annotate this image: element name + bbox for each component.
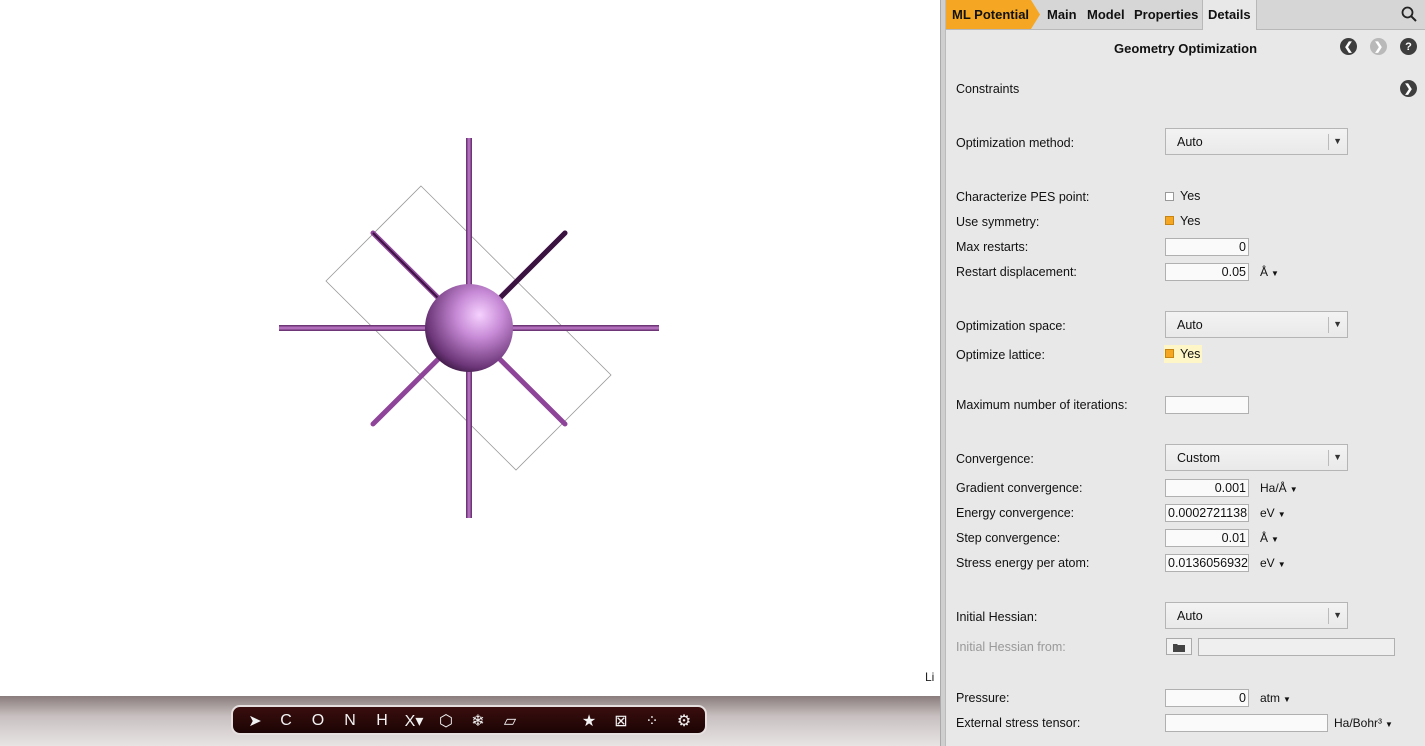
optimization-method-select[interactable]: Auto ▼ [1165,128,1348,155]
ring-icon[interactable]: ⬡ [434,711,458,731]
molecule-canvas[interactable] [0,0,940,696]
freeze-icon[interactable]: ❄ [466,711,490,731]
stress-energy-unit[interactable]: eV ▼ [1260,556,1286,570]
use-symmetry-label: Use symmetry: [956,215,1040,229]
optimization-space-select[interactable]: Auto ▼ [1165,311,1348,338]
optimize-lattice-option[interactable]: Yes [1180,347,1200,361]
bond-highlight [372,232,439,299]
tab-details[interactable]: Details [1202,0,1257,30]
characterize-pes-label: Characterize PES point: [956,190,1090,204]
pressure-unit[interactable]: atm ▼ [1260,691,1291,705]
external-stress-unit[interactable]: Ha/Bohr³ ▼ [1334,716,1393,730]
stress-energy-field[interactable]: 0.0136056932 [1165,554,1249,572]
folder-icon[interactable] [1166,638,1192,655]
back-button[interactable]: ❮ [1340,38,1357,55]
step-convergence-field[interactable]: 0.01 [1165,529,1249,547]
search-icon[interactable] [1401,6,1417,22]
gradient-convergence-unit[interactable]: Ha/Å ▼ [1260,481,1298,495]
chevron-down-icon: ▼ [1333,452,1342,462]
energy-convergence-label: Energy convergence: [956,506,1075,520]
tab-model[interactable]: Model [1087,0,1125,29]
hydrogen-icon[interactable]: H [370,711,394,731]
restart-displacement-unit[interactable]: Å ▼ [1260,265,1279,279]
favorite-icon[interactable]: ★ [577,711,601,731]
molecule-icon[interactable]: ⁘ [640,711,664,731]
tab-properties[interactable]: Properties [1134,0,1198,29]
step-convergence-label: Step convergence: [956,531,1061,545]
oxygen-icon[interactable]: O [306,711,330,731]
element-picker-icon[interactable]: X▾ [402,711,426,731]
chevron-down-icon: ▼ [1333,610,1342,620]
gradient-convergence-field[interactable]: 0.001 [1165,479,1249,497]
use-symmetry-checkbox[interactable] [1165,216,1174,225]
stress-energy-label: Stress energy per atom: [956,556,1090,570]
tab-bar: ML Potential Main Model Properties Detai… [946,0,1425,30]
initial-hessian-label: Initial Hessian: [956,610,1038,624]
tab-ml-potential-label[interactable]: ML Potential [952,0,1029,29]
external-stress-label: External stress tensor: [956,716,1081,730]
use-symmetry-option[interactable]: Yes [1180,214,1200,228]
energy-convergence-field[interactable]: 0.0002721138 [1165,504,1249,522]
help-button[interactable]: ? [1400,38,1417,55]
initial-hessian-file-field[interactable] [1198,638,1395,656]
settings-panel: ML Potential Main Model Properties Detai… [946,0,1425,746]
chevron-down-icon: ▼ [1333,136,1342,146]
energy-convergence-unit[interactable]: eV ▼ [1260,506,1286,520]
settings-gear-icon[interactable]: ⚙ [672,711,696,731]
convergence-value: Custom [1177,451,1221,465]
max-iterations-label: Maximum number of iterations: [956,398,1128,412]
slab-icon[interactable]: ▱ [498,711,522,731]
max-iterations-field[interactable] [1165,396,1249,414]
nitrogen-icon[interactable]: N [338,711,362,731]
pressure-label: Pressure: [956,691,1010,705]
molecule-viewer[interactable]: Li ➤ C O N H X▾ ⬡ ❄ ▱ ★ ⊠ ⁘ ⚙ [0,0,940,746]
cell-icon[interactable]: ⊠ [609,711,633,731]
pressure-field[interactable]: 0 [1165,689,1249,707]
optimization-method-value: Auto [1177,135,1203,149]
initial-hessian-from-label: Initial Hessian from: [956,640,1066,654]
tab-main[interactable]: Main [1047,0,1077,29]
max-restarts-label: Max restarts: [956,240,1029,254]
characterize-pes-option[interactable]: Yes [1180,189,1200,203]
external-stress-field[interactable] [1165,714,1328,732]
constraints-expand-button[interactable]: ❯ [1400,80,1417,97]
optimization-space-value: Auto [1177,318,1203,332]
optimize-lattice-checkbox[interactable] [1165,349,1174,358]
gradient-convergence-label: Gradient convergence: [956,481,1083,495]
restart-displacement-field[interactable]: 0.05 [1165,263,1249,281]
carbon-icon[interactable]: C [274,711,298,731]
editor-toolbar: ➤ C O N H X▾ ⬡ ❄ ▱ ★ ⊠ ⁘ ⚙ [231,705,707,735]
step-convergence-unit[interactable]: Å ▼ [1260,531,1279,545]
restart-displacement-label: Restart displacement: [956,265,1077,279]
select-arrow-icon[interactable]: ➤ [243,711,267,731]
optimization-space-label: Optimization space: [956,319,1066,333]
initial-hessian-select[interactable]: Auto ▼ [1165,602,1348,629]
initial-hessian-value: Auto [1177,609,1203,623]
chevron-down-icon: ▼ [1333,319,1342,329]
convergence-label: Convergence: [956,452,1034,466]
optimization-method-label: Optimization method: [956,136,1075,150]
convergence-select[interactable]: Custom ▼ [1165,444,1348,471]
atom-element-label: Li [925,670,935,684]
max-restarts-field[interactable]: 0 [1165,238,1249,256]
bond-highlight [497,230,568,301]
optimize-lattice-label: Optimize lattice: [956,348,1045,362]
lithium-atom[interactable] [425,284,513,372]
characterize-pes-checkbox[interactable] [1165,192,1174,201]
constraints-label[interactable]: Constraints [956,82,1019,96]
forward-button[interactable]: ❯ [1370,38,1387,55]
